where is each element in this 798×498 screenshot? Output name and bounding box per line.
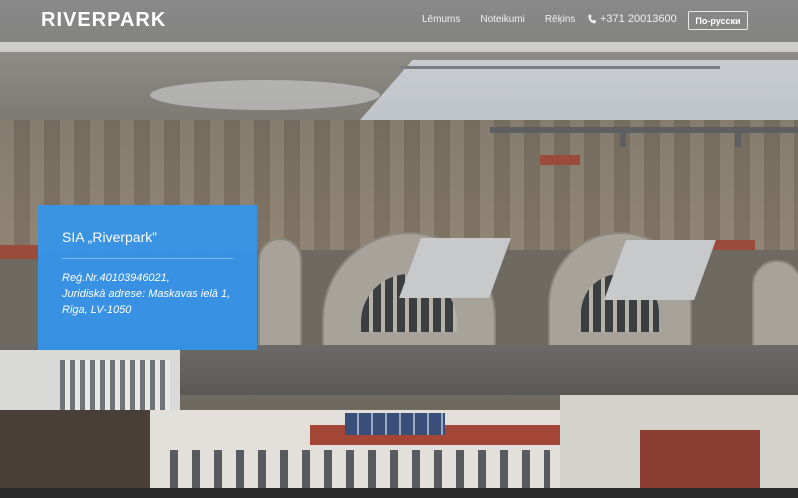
legal-address: Juridiskā adrese: Maskavas ielā 1,: [62, 288, 231, 300]
nav-links: Lēmums Noteikumi Rēķins: [422, 14, 595, 25]
brand-logo[interactable]: RIVERPARK: [41, 9, 166, 32]
phone-contact[interactable]: +371 20013600: [588, 13, 677, 25]
registration-number: Reģ.Nr.40103946021,: [62, 272, 170, 284]
nav-link-lemums[interactable]: Lēmums: [422, 14, 460, 25]
phone-number[interactable]: +371 20013600: [600, 13, 677, 25]
company-name: SIA „Riverpark”: [62, 229, 157, 245]
language-switch-button[interactable]: По-русски: [688, 11, 748, 30]
phone-icon: [588, 14, 596, 24]
company-info-card: SIA „Riverpark” Reģ.Nr.40103946021, Juri…: [38, 205, 257, 350]
nav-link-rekins[interactable]: Rēķins: [545, 14, 576, 25]
nav-link-noteikumi[interactable]: Noteikumi: [480, 14, 524, 25]
city-postcode: Rīga, LV-1050: [62, 304, 132, 316]
card-divider: [62, 258, 233, 259]
top-navbar: RIVERPARK Lēmums Noteikumi Rēķins +371 2…: [0, 0, 798, 42]
